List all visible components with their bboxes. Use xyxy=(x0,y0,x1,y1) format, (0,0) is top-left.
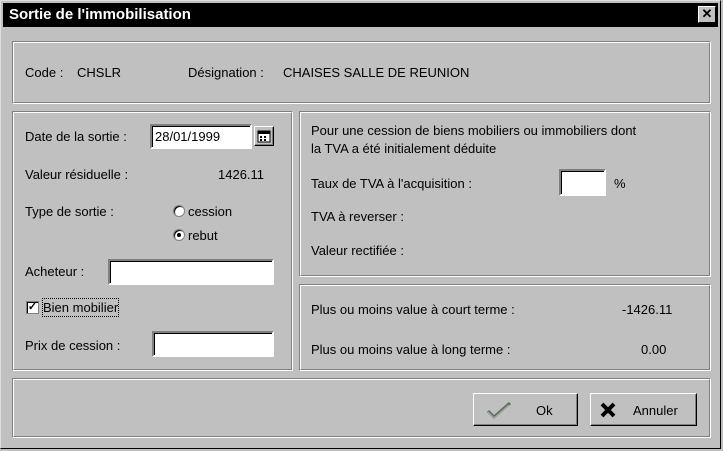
date-value: 28/01/1999 xyxy=(155,129,221,144)
ok-label: Ok xyxy=(536,403,553,418)
title-bar: Sortie de l'immobilisation ✕ xyxy=(3,3,718,27)
buyer-label: Acheteur : xyxy=(25,264,85,279)
designation-label: Désignation : xyxy=(188,65,264,80)
radio-rebut[interactable]: rebut xyxy=(173,226,253,244)
tva-rate-unit: % xyxy=(614,176,626,191)
tva-panel: Pour une cession de biens mobiliers ou i… xyxy=(299,111,711,277)
ok-button[interactable]: Ok xyxy=(473,393,578,426)
movable-label[interactable]: Bien mobilier xyxy=(42,298,120,317)
header-panel: Code : CHSLR Désignation : CHAISES SALLE… xyxy=(12,41,711,104)
code-value: CHSLR xyxy=(77,65,122,80)
tva-rate-label: Taux de TVA à l'acquisition : xyxy=(311,176,472,191)
close-button[interactable]: ✕ xyxy=(698,6,716,23)
movable-checkbox[interactable]: ✓ xyxy=(26,301,39,314)
tva-intro-line1: Pour une cession de biens mobiliers ou i… xyxy=(311,123,637,138)
residual-value: 1426.11 xyxy=(218,167,265,182)
calendar-icon xyxy=(257,130,271,143)
radio-rebut-label: rebut xyxy=(188,228,218,243)
short-term-label: Plus ou moins value à court terme : xyxy=(311,302,515,317)
button-panel: Ok Annuler xyxy=(12,378,711,438)
gains-panel: Plus ou moins value à court terme : -142… xyxy=(299,284,711,371)
long-term-label: Plus ou moins value à long terme : xyxy=(311,342,511,357)
dialog-window: Sortie de l'immobilisation ✕ Code : CHSL… xyxy=(0,0,721,449)
check-icon xyxy=(486,401,511,420)
tva-rate-input[interactable] xyxy=(559,169,606,196)
radio-cession[interactable]: cession xyxy=(173,202,263,220)
price-label: Prix de cession : xyxy=(25,338,121,353)
long-term-value: 0.00 xyxy=(641,342,667,357)
short-term-value: -1426.11 xyxy=(622,302,673,317)
date-label: Date de la sortie : xyxy=(25,129,127,144)
price-input[interactable] xyxy=(152,331,274,357)
tva-reverse-label: TVA à reverser : xyxy=(311,209,404,224)
cancel-button[interactable]: Annuler xyxy=(590,393,697,426)
cancel-label: Annuler xyxy=(633,403,678,418)
calendar-button[interactable] xyxy=(254,126,274,146)
tva-rectified-label: Valeur rectifiée : xyxy=(311,243,404,258)
radio-cession-circle[interactable] xyxy=(173,205,185,217)
date-input[interactable]: 28/01/1999 xyxy=(150,124,252,149)
radio-cession-label: cession xyxy=(188,204,233,219)
tva-intro-line2: la TVA a été initialement déduite xyxy=(311,141,497,156)
code-label: Code : xyxy=(25,65,64,80)
radio-rebut-circle[interactable] xyxy=(173,229,185,241)
x-icon xyxy=(600,402,616,418)
residual-label: Valeur résiduelle : xyxy=(25,167,129,182)
type-label: Type de sortie : xyxy=(25,204,114,219)
buyer-input[interactable] xyxy=(108,259,274,285)
exit-details-panel: Date de la sortie : 28/01/1999 Valeur ré… xyxy=(12,111,293,371)
designation-value: CHAISES SALLE DE REUNION xyxy=(283,65,470,80)
window-title: Sortie de l'immobilisation xyxy=(9,6,191,23)
